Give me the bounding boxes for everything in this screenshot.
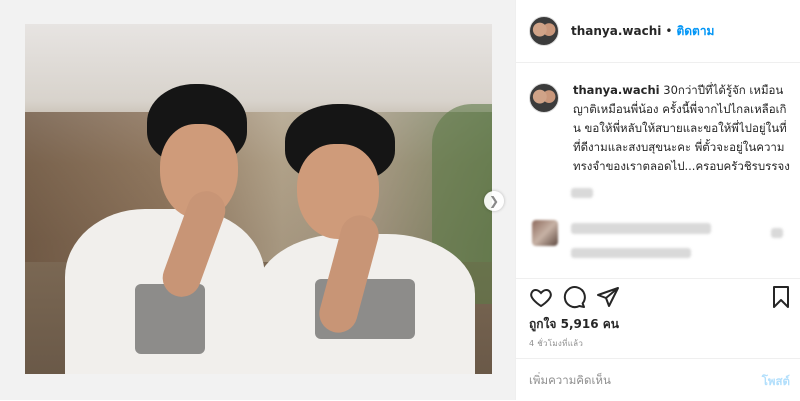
caption-time-redacted [571, 188, 593, 198]
comment-text-redacted-2 [571, 248, 691, 258]
comment-icon[interactable] [562, 285, 586, 309]
chevron-right-icon: ❯ [488, 194, 500, 208]
separator-dot: • [665, 24, 673, 38]
photo-person-right [235, 104, 475, 374]
caption-avatar[interactable] [529, 83, 559, 113]
comment-input[interactable] [529, 370, 739, 390]
comments-section: thanya.wachi 30กว่าปีที่ได้รู้จัก เหมือน… [516, 63, 800, 278]
add-comment-bar: โพสต์ [516, 358, 800, 401]
next-photo-button[interactable]: ❯ [484, 191, 504, 211]
post-comment-button[interactable]: โพสต์ [762, 373, 790, 391]
photo-pane: ❯ [0, 0, 516, 400]
heart-icon[interactable] [529, 285, 553, 309]
share-icon[interactable] [596, 285, 620, 309]
avatar[interactable] [529, 16, 559, 46]
post-header: thanya.wachi • ติดตาม [516, 0, 800, 63]
post-photo[interactable] [25, 24, 492, 374]
post-actions: ถูกใจ 5,916 คน 4 ชั่วโมงที่แล้ว [516, 278, 800, 359]
commenter-avatar-redacted [532, 220, 558, 246]
comment-like-redacted [771, 228, 783, 238]
follow-button[interactable]: ติดตาม [676, 22, 714, 41]
comment-text-redacted [571, 223, 711, 234]
caption-username[interactable]: thanya.wachi [573, 83, 660, 97]
username-link[interactable]: thanya.wachi [571, 24, 661, 38]
bookmark-icon[interactable] [769, 285, 793, 309]
caption-row: thanya.wachi 30กว่าปีที่ได้รู้จัก เหมือน… [529, 81, 791, 176]
caption-text: thanya.wachi 30กว่าปีที่ได้รู้จัก เหมือน… [573, 81, 791, 176]
likes-count[interactable]: ถูกใจ 5,916 คน [529, 315, 619, 334]
post-side-panel: thanya.wachi • ติดตาม thanya.wachi 30กว่… [516, 0, 800, 400]
post-timestamp[interactable]: 4 ชั่วโมงที่แล้ว [529, 337, 583, 350]
